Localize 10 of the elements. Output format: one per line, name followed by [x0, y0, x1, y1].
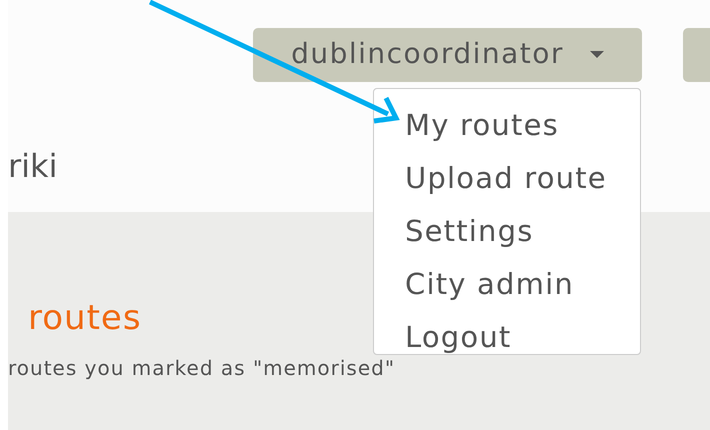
caret-icon: [590, 51, 604, 59]
menu-item[interactable]: Upload route: [405, 152, 607, 205]
menu-item[interactable]: City admin: [405, 258, 574, 311]
menu-item[interactable]: My routes: [405, 99, 559, 152]
page-title: riki: [8, 146, 58, 186]
section-heading: routes: [28, 298, 142, 338]
menu-item[interactable]: Settings: [405, 205, 534, 258]
user-menu-button[interactable]: dublincoordinator: [253, 28, 642, 82]
menu-item[interactable]: Logout: [405, 311, 512, 364]
section-description: routes you marked as "memorised": [8, 356, 396, 380]
